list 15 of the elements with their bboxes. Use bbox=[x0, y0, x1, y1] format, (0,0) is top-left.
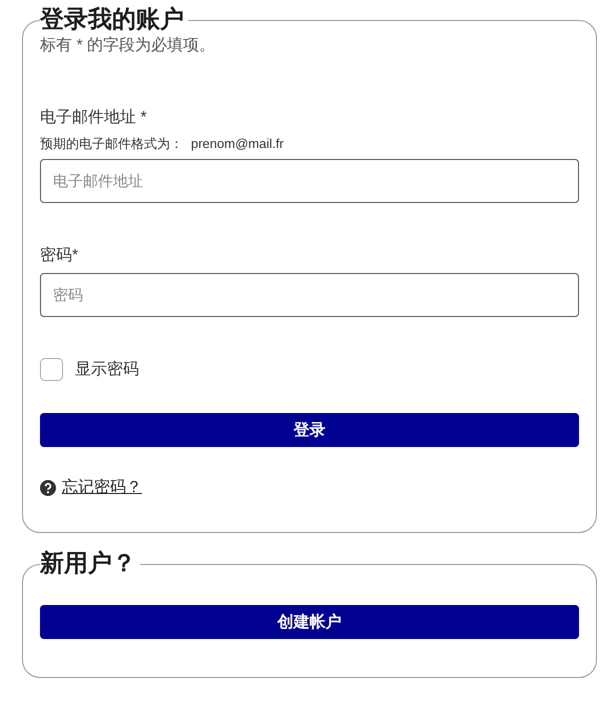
panel-heading: 新用户？ bbox=[40, 549, 137, 579]
help-icon bbox=[40, 480, 56, 496]
checkbox[interactable] bbox=[40, 358, 63, 381]
forgot-password-link[interactable]: 忘记密码？ bbox=[62, 478, 142, 498]
field-label: 电子邮件地址 * bbox=[40, 108, 148, 128]
required-note: 标有 * 的字段为必填项。 bbox=[40, 36, 216, 56]
checkbox-label: 显示密码 bbox=[75, 360, 139, 380]
panel-heading: 登录我的账户 bbox=[40, 5, 185, 35]
login-button[interactable]: 登录 bbox=[40, 413, 579, 447]
hint-text: 预期的电子邮件格式为： bbox=[40, 136, 183, 151]
create-account-button[interactable]: 创建帐户 bbox=[40, 605, 579, 639]
input-field[interactable]: 密码 bbox=[40, 273, 579, 317]
hint-example: prenom@mail.fr bbox=[191, 136, 284, 151]
input-field[interactable]: 电子邮件地址 bbox=[40, 159, 579, 203]
field-label: 密码* bbox=[40, 246, 80, 266]
